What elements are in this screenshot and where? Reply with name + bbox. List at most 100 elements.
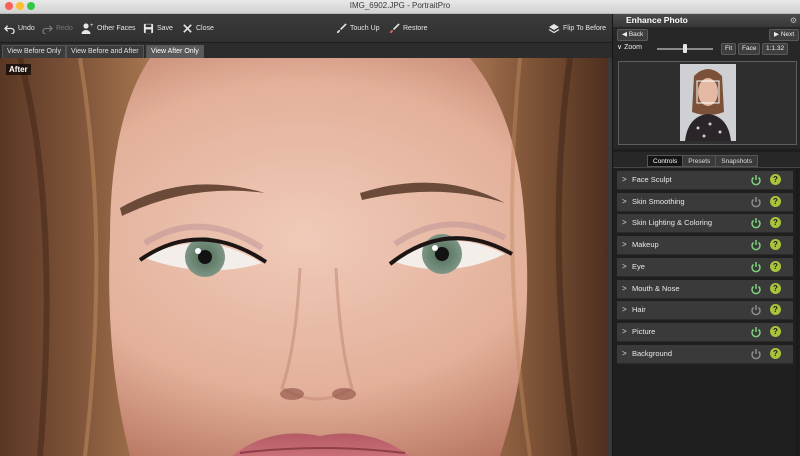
redo-button[interactable]: Redo [42,14,73,42]
navigator [618,61,797,145]
chevron-right-icon[interactable]: > [622,305,627,314]
chevron-right-icon[interactable]: > [622,218,627,227]
undo-icon [4,24,15,34]
restore-button[interactable]: Restore [389,14,428,42]
zoom-row: ∨ Zoom Fit Face 1:1.32 [613,42,800,56]
window-title: IMG_6902.JPG - PortraitPro [349,1,451,10]
zoom-slider-knob[interactable] [683,44,687,53]
help-icon[interactable]: ? [770,217,781,229]
control-section[interactable]: > Mouth & Nose? [617,279,793,299]
flip-label: Flip To Before [563,24,607,32]
flip-to-before-button[interactable]: Flip To Before [548,14,606,42]
power-toggle-icon[interactable] [750,326,762,338]
control-label: Background [632,348,673,358]
save-label: Save [157,24,173,32]
portraitpro-window: IMG_6902.JPG - PortraitPro Undo Redo + O… [0,0,800,456]
power-toggle-icon[interactable] [750,283,762,295]
power-toggle-icon[interactable] [750,304,762,316]
touch-up-label: Touch Up [350,24,380,32]
zoom-ratio-field[interactable]: 1:1.32 [762,43,789,55]
tab-presets[interactable]: Presets [682,155,717,167]
control-section[interactable]: > Eye? [617,257,793,277]
power-toggle-icon[interactable] [750,261,762,273]
svg-text:+: + [90,23,94,29]
save-button[interactable]: Save [143,14,173,42]
help-icon[interactable]: ? [770,347,781,359]
help-icon[interactable]: ? [770,239,781,251]
restore-brush-icon [389,22,400,33]
next-arrow-icon: ▶ [774,31,781,38]
control-section[interactable]: > Skin Lighting & Coloring? [617,214,793,234]
chevron-right-icon[interactable]: > [622,262,627,271]
help-icon[interactable]: ? [770,195,781,207]
gear-icon[interactable]: ⚙ [790,16,797,25]
save-icon [143,23,154,33]
tab-controls[interactable]: Controls [647,155,684,167]
restore-label: Restore [403,24,428,32]
title-bar: IMG_6902.JPG - PortraitPro [0,0,800,14]
enhance-photo-panel: Enhance Photo ⚙ ◀ Back ▶ Next ∨ Zoom Fit… [612,14,800,456]
chevron-right-icon[interactable]: > [622,240,627,249]
controls-list: > Face Sculpt? > Skin Smoothing? > Skin Light… [613,167,800,456]
close-icon [183,23,192,33]
power-toggle-icon[interactable] [750,348,762,360]
touch-up-button[interactable]: Touch Up [336,14,380,42]
help-icon[interactable]: ? [770,325,781,337]
controls-scrollbar[interactable] [796,168,799,456]
panel-header: Enhance Photo ⚙ [613,14,800,27]
photo-canvas[interactable]: After [0,58,608,456]
back-arrow-icon: ◀ [622,31,629,38]
layers-icon [548,23,560,33]
tab-view-after-only[interactable]: View After Only [146,45,204,59]
power-toggle-icon[interactable] [750,239,762,251]
tab-snapshots[interactable]: Snapshots [715,155,758,167]
tab-view-before-only[interactable]: View Before Only [2,45,66,59]
power-toggle-icon[interactable] [750,217,762,229]
control-section[interactable]: > Skin Smoothing? [617,192,793,212]
redo-label: Redo [56,24,73,32]
panel-divider [613,149,800,152]
portrait-photo [0,58,608,456]
other-faces-button[interactable]: + Other Faces [81,14,136,42]
after-badge: After [6,64,31,75]
faces-icon: + [81,23,94,34]
redo-icon [42,24,53,34]
power-toggle-icon[interactable] [750,174,762,186]
zoom-toggle[interactable]: ∨ Zoom [617,43,642,51]
help-icon[interactable]: ? [770,304,781,316]
chevron-right-icon[interactable]: > [622,175,627,184]
control-section[interactable]: > Picture? [617,322,793,342]
help-icon[interactable]: ? [770,174,781,185]
fit-button[interactable]: Fit [721,43,737,55]
control-section[interactable]: > Background? [617,344,793,364]
chevron-right-icon[interactable]: > [622,327,627,336]
close-button[interactable]: Close [182,14,214,42]
tab-view-before-and-after[interactable]: View Before and After [66,45,144,59]
zoom-label: Zoom [624,44,642,51]
view-mode-tabs: View Before Only View Before and After V… [0,43,612,59]
control-section[interactable]: > Makeup? [617,236,793,256]
help-icon[interactable]: ? [770,282,781,294]
close-label: Close [196,24,214,32]
panel-tabs: Controls Presets Snapshots [647,155,758,167]
chevron-right-icon[interactable]: > [622,349,627,358]
brush-icon [336,22,347,33]
back-label: Back [628,31,644,38]
control-label: Makeup [632,240,659,250]
next-button[interactable]: ▶ Next [769,29,800,41]
face-button[interactable]: Face [738,43,761,55]
control-label: Picture [632,326,656,336]
chevron-right-icon[interactable]: > [622,284,627,293]
back-button[interactable]: ◀ Back [617,29,649,41]
power-toggle-icon[interactable] [750,196,762,208]
toolbar: Undo Redo + Other Faces Save Close Touch… [0,14,612,43]
other-faces-label: Other Faces [97,24,136,32]
chevron-right-icon[interactable]: > [622,197,627,206]
control-label: Skin Lighting & Coloring [632,218,713,228]
help-icon[interactable]: ? [770,260,781,272]
navigator-thumbnail[interactable] [680,64,736,141]
control-section[interactable]: > Face Sculpt? [617,171,793,190]
control-section[interactable]: > Hair? [617,301,793,321]
undo-button[interactable]: Undo [4,14,35,42]
control-label: Skin Smoothing [632,196,685,206]
